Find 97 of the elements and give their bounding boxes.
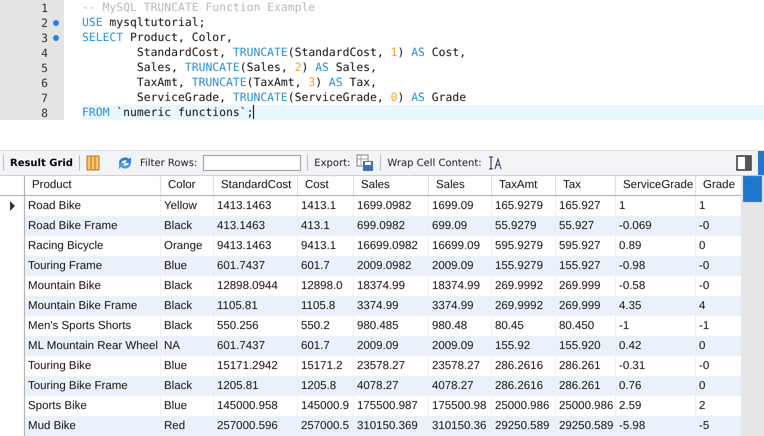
table-cell: 1105.81 <box>214 296 298 316</box>
table-cell: Black <box>161 216 214 236</box>
table-cell: 310150.36 <box>429 416 492 436</box>
code-line: StandardCost, TRUNCATE(StandardCost, 1) AS Cost, <box>136 45 468 60</box>
column-header[interactable]: StandardCost <box>214 176 298 195</box>
column-header[interactable]: Sales <box>429 176 492 195</box>
table-cell: -0.069 <box>616 216 696 236</box>
table-cell: -5.98 <box>616 416 696 436</box>
column-header[interactable]: ServiceGrade <box>616 176 696 195</box>
scrollbar-thumb[interactable] <box>743 176 762 202</box>
table-cell: Mud Bike <box>25 416 161 436</box>
wrap-text-icon[interactable] <box>488 156 502 170</box>
panel-toggle-icon[interactable] <box>736 155 752 171</box>
code-line: ServiceGrade, TRUNCATE(ServiceGrade, 0) AS Grade <box>136 90 468 105</box>
table-cell: 155.92 <box>492 336 556 356</box>
table-cell: 2009.0982 <box>354 256 429 276</box>
table-cell: 155.920 <box>556 336 616 356</box>
export-label: Export: <box>314 158 350 168</box>
line-number: 2 <box>40 16 48 30</box>
table-cell: 257000.596 <box>214 416 298 436</box>
line-number: 4 <box>40 46 48 60</box>
code-line: SELECT Product, Color, <box>82 30 234 45</box>
table-cell: 0 <box>696 376 742 396</box>
panel-edge-bar <box>758 151 764 175</box>
table-cell: 55.9279 <box>492 216 556 236</box>
table-cell: Touring Bike Frame <box>25 376 161 396</box>
table-cell: 269.9992 <box>492 296 556 316</box>
table-cell: 257000.5 <box>298 416 354 436</box>
table-cell: 29250.589 <box>556 416 616 436</box>
table-cell: 413.1 <box>298 216 354 236</box>
line-number: 6 <box>40 76 48 90</box>
table-cell: 413.1463 <box>214 216 298 236</box>
table-cell: 269.999 <box>556 296 616 316</box>
table-cell: Touring Frame <box>25 256 161 276</box>
code-line: USE mysqltutorial; <box>82 15 206 30</box>
column-header[interactable]: Cost <box>298 176 354 195</box>
table-cell: 601.7 <box>298 336 354 356</box>
code-line: -- MySQL TRUNCATE Function Example <box>82 0 316 15</box>
export-icon[interactable] <box>356 154 374 172</box>
filter-rows-label: Filter Rows: <box>140 158 198 168</box>
table-cell: 0 <box>696 336 742 356</box>
column-header[interactable]: Tax <box>556 176 616 195</box>
column-header[interactable]: Color <box>161 176 214 195</box>
table-cell: Road Bike Frame <box>25 216 161 236</box>
table-cell: 1105.8 <box>298 296 354 316</box>
table-cell: 4 <box>696 296 742 316</box>
table-cell: 0.76 <box>616 376 696 396</box>
table-cell: Mountain Bike Frame <box>25 296 161 316</box>
code-line: Sales, TRUNCATE(Sales, 2) AS Sales, <box>136 60 378 75</box>
filter-rows-field[interactable] <box>203 155 302 171</box>
table-cell: 2009.09 <box>429 256 492 276</box>
table-cell: 699.0982 <box>354 216 429 236</box>
table-cell: 601.7437 <box>214 336 298 356</box>
table-cell: 155.927 <box>556 256 616 276</box>
table-cell: Red <box>161 416 214 436</box>
table-cell: 286.2616 <box>492 376 556 396</box>
line-number: 3 <box>40 30 48 44</box>
table-cell: 29250.589 <box>492 416 556 436</box>
grid-layout-icon[interactable] <box>86 155 100 171</box>
wrap-cell-content-label: Wrap Cell Content: <box>387 158 482 168</box>
table-cell: 4.35 <box>616 296 696 316</box>
table-cell: 2009.09 <box>354 336 429 356</box>
table-cell: 55.927 <box>556 216 616 236</box>
line-number: 5 <box>40 60 48 74</box>
current-row-icon <box>10 201 14 211</box>
table-cell: 601.7 <box>298 256 354 276</box>
table-cell: 0.42 <box>616 336 696 356</box>
line-number: 1 <box>40 0 48 14</box>
table-cell: 155.9279 <box>492 256 556 276</box>
line-number: 8 <box>40 106 48 120</box>
table-cell: -0 <box>696 256 742 276</box>
result-grid-label[interactable]: Result Grid <box>10 158 73 168</box>
table-cell: Black <box>161 296 214 316</box>
table-cell: 310150.369 <box>354 416 429 436</box>
table-cell: -0.98 <box>616 256 696 276</box>
table-cell: 286.261 <box>556 376 616 396</box>
table-cell: -0 <box>696 216 742 236</box>
table-cell: Blue <box>161 256 214 276</box>
column-header[interactable]: Product <box>25 176 161 195</box>
column-header[interactable]: TaxAmt <box>492 176 556 195</box>
table-cell: -5 <box>696 416 742 436</box>
table-cell: 699.09 <box>429 216 492 236</box>
table-cell: NA <box>161 336 214 356</box>
table-cell: 1205.8 <box>298 376 354 396</box>
column-header[interactable]: Sales <box>354 176 429 195</box>
code-line: TaxAmt, TRUNCATE(TaxAmt, 3) AS Tax, <box>136 75 378 90</box>
line-number: 7 <box>40 90 48 104</box>
table-cell: 4078.27 <box>429 376 492 396</box>
table-cell: 601.7437 <box>214 256 298 276</box>
scrollbar[interactable] <box>741 176 764 436</box>
table-cell: 1205.81 <box>214 376 298 396</box>
table-cell: ML Mountain Rear Wheel <box>25 336 161 356</box>
table-cell: Black <box>161 376 214 396</box>
table-cell: 2009.09 <box>429 336 492 356</box>
table-cell: 3374.99 <box>354 296 429 316</box>
table-cell: 4078.27 <box>354 376 429 396</box>
table-cell: 3374.99 <box>429 296 492 316</box>
